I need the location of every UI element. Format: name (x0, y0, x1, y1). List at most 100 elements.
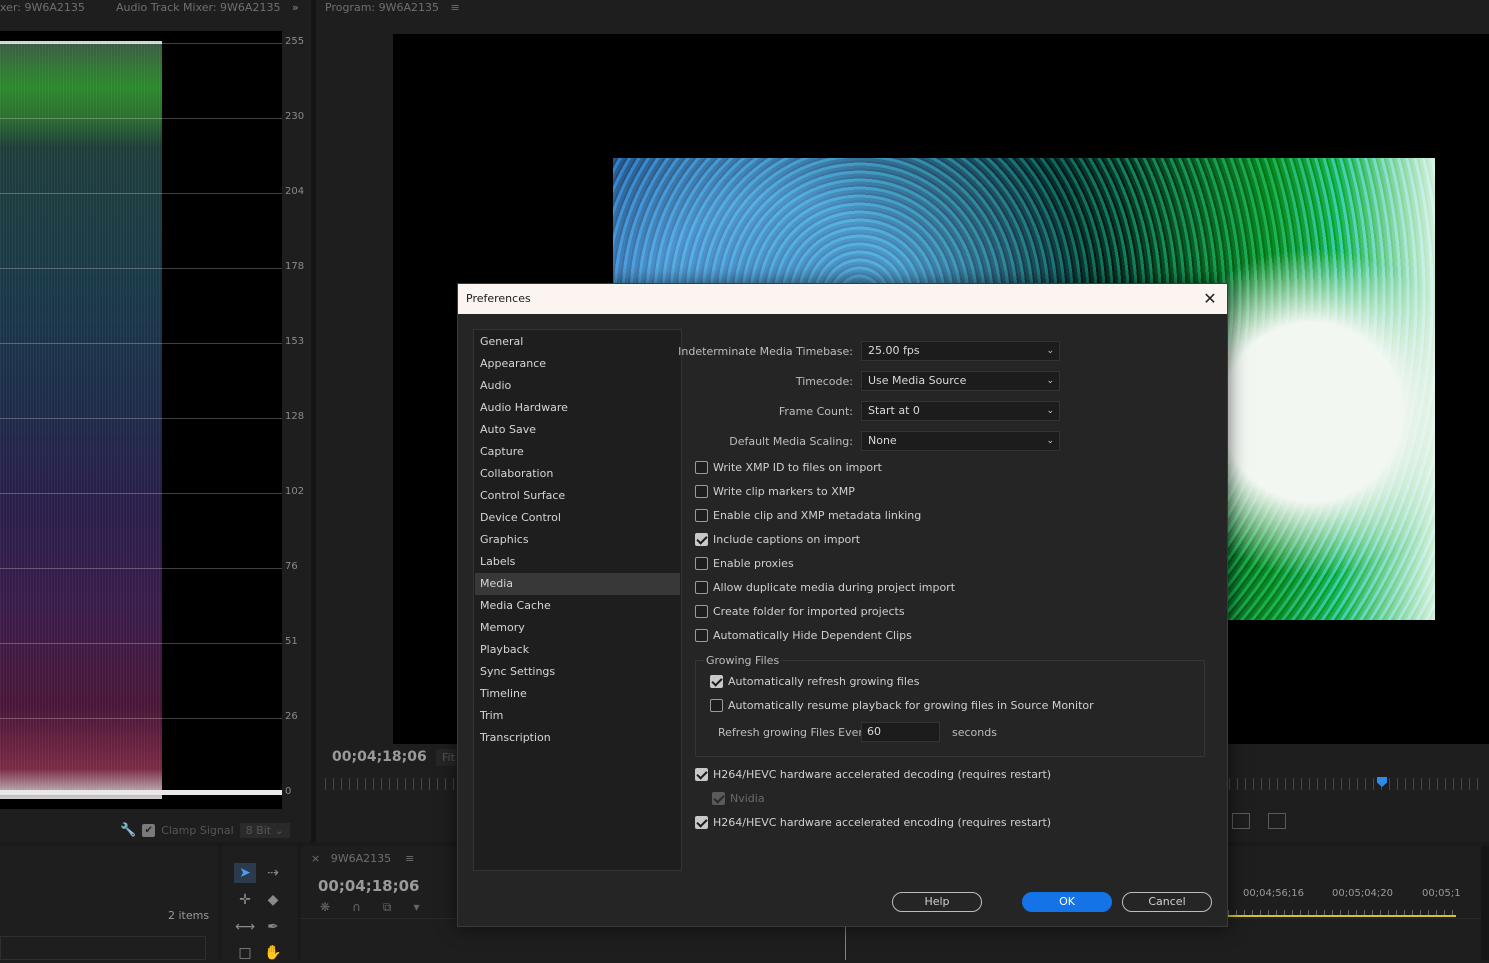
media-scaling-select[interactable]: None ⌄ (861, 431, 1060, 451)
checkbox-box[interactable] (710, 698, 723, 712)
auto-resume-playback-checkbox[interactable]: Automatically resume playback for growin… (710, 697, 1094, 713)
sidebar-item-trim[interactable]: Trim (475, 705, 680, 727)
checkbox-box[interactable] (695, 532, 708, 546)
tab-timeline[interactable]: × 9W6A2135 ≡ (311, 852, 414, 865)
rectangle-tool-icon[interactable]: □ (234, 943, 256, 963)
sidebar-item-media[interactable]: Media (475, 573, 680, 595)
scale-label: 0 (285, 786, 292, 797)
media-option-checkbox[interactable]: Write clip markers to XMP (695, 483, 855, 499)
add-marker-icon[interactable]: ▾ (413, 900, 419, 915)
hand-tool-icon[interactable]: ✋ (262, 943, 284, 963)
frame-count-label: Frame Count: (778, 405, 853, 418)
media-option-checkbox[interactable]: Enable proxies (695, 555, 794, 571)
tab-audio-track-mixer[interactable]: Audio Track Mixer: 9W6A2135 (116, 1, 280, 14)
sidebar-item-capture[interactable]: Capture (475, 441, 680, 463)
linked-selection-icon[interactable]: ⧉ (383, 900, 392, 915)
sidebar-item-memory[interactable]: Memory (475, 617, 680, 639)
pen-tool-icon[interactable]: ✒ (262, 917, 284, 937)
timecode-select[interactable]: Use Media Source ⌄ (861, 371, 1060, 391)
wrench-icon[interactable]: 🔧 (120, 823, 136, 838)
dialog-title: Preferences (466, 292, 531, 305)
dialog-titlebar[interactable]: Preferences ✕ (458, 284, 1227, 314)
scale-gridline (0, 268, 282, 269)
sidebar-item-graphics[interactable]: Graphics (475, 529, 680, 551)
checkbox-box[interactable] (710, 674, 723, 688)
timebase-label: Indeterminate Media Timebase: (678, 345, 853, 358)
scale-label: 51 (285, 636, 298, 647)
checkbox-label: Create folder for imported projects (713, 604, 905, 618)
refresh-unit-label: seconds (952, 726, 997, 739)
checkbox-box[interactable] (695, 628, 708, 642)
media-option-checkbox[interactable]: Allow duplicate media during project imp… (695, 579, 955, 595)
chevron-down-icon: ⌄ (1046, 376, 1054, 386)
media-option-checkbox[interactable]: Enable clip and XMP metadata linking (695, 507, 921, 523)
scale-gridline (0, 343, 282, 344)
track-select-tool-icon[interactable]: ⇢ (262, 863, 284, 883)
frame-count-select[interactable]: Start at 0 ⌄ (861, 401, 1060, 421)
sidebar-item-control-surface[interactable]: Control Surface (475, 485, 680, 507)
checkbox-box[interactable] (695, 604, 708, 618)
growing-files-title: Growing Files (704, 654, 782, 667)
ripple-edit-tool-icon[interactable]: ✛ (234, 890, 256, 910)
auto-refresh-growing-checkbox[interactable]: Automatically refresh growing files (710, 673, 919, 689)
tools-panel: ➤ ⇢ ✛ ◆ ⟷ ✒ □ ✋ (222, 846, 297, 963)
help-button[interactable]: Help (892, 892, 982, 912)
sidebar-item-timeline[interactable]: Timeline (475, 683, 680, 705)
slip-tool-icon[interactable]: ⟷ (234, 917, 256, 937)
timeline-time-label: 00;05;04;20 (1332, 888, 1394, 899)
nest-icon[interactable]: ❋ (320, 900, 330, 915)
project-list[interactable] (0, 936, 206, 960)
timeline-scrollbar[interactable] (1481, 846, 1489, 960)
sidebar-item-auto-save[interactable]: Auto Save (475, 419, 680, 441)
timeline-tools: ❋ ∩ ⧉ ▾ (320, 900, 419, 915)
media-option-checkbox[interactable]: Include captions on import (695, 531, 860, 547)
sidebar-item-general[interactable]: General (475, 331, 680, 353)
timeline-time-label: 00;04;56;16 (1243, 888, 1305, 899)
cancel-button[interactable]: Cancel (1122, 892, 1212, 912)
sidebar-item-labels[interactable]: Labels (475, 551, 680, 573)
checkbox-box[interactable] (695, 556, 708, 570)
selection-tool-icon[interactable]: ➤ (234, 863, 256, 883)
sidebar-item-collaboration[interactable]: Collaboration (475, 463, 680, 485)
snap-icon[interactable]: ∩ (352, 900, 361, 915)
checkbox-label: Write XMP ID to files on import (713, 460, 882, 474)
sidebar-item-media-cache[interactable]: Media Cache (475, 595, 680, 617)
bit-depth-select[interactable]: 8 Bit ⌄ (239, 822, 290, 838)
sidebar-item-device-control[interactable]: Device Control (475, 507, 680, 529)
sidebar-item-audio-hardware[interactable]: Audio Hardware (475, 397, 680, 419)
scale-gridline (0, 718, 282, 719)
tab-program[interactable]: Program: 9W6A2135 ≡ (325, 1, 460, 14)
media-option-checkbox[interactable]: Write XMP ID to files on import (695, 459, 882, 475)
ok-button[interactable]: OK (1022, 892, 1112, 912)
timeline-timecode[interactable]: 00;04;18;06 (318, 877, 420, 895)
checkbox-box[interactable] (695, 580, 708, 594)
checkbox-label: Allow duplicate media during project imp… (713, 580, 956, 594)
checkbox-box[interactable] (695, 815, 708, 829)
hw-decoding-checkbox[interactable]: H264/HEVC hardware accelerated decoding … (695, 766, 1051, 782)
checkbox-box[interactable] (695, 484, 708, 498)
media-option-checkbox[interactable]: Automatically Hide Dependent Clips (695, 627, 912, 643)
tab-scopes[interactable]: xer: 9W6A2135 (0, 1, 85, 14)
double-chevron-right-icon[interactable]: » (292, 1, 299, 14)
checkbox-box[interactable] (695, 767, 708, 781)
timeline-ruler[interactable] (1228, 905, 1456, 917)
hw-encoding-checkbox[interactable]: H264/HEVC hardware accelerated encoding … (695, 814, 1051, 830)
sidebar-item-playback[interactable]: Playback (475, 639, 680, 661)
timebase-select[interactable]: 25.00 fps ⌄ (861, 341, 1060, 361)
sidebar-item-transcription[interactable]: Transcription (475, 727, 680, 749)
media-option-checkbox[interactable]: Create folder for imported projects (695, 603, 905, 619)
media-scaling-label: Default Media Scaling: (729, 435, 853, 448)
sidebar-item-audio[interactable]: Audio (475, 375, 680, 397)
sidebar-item-sync-settings[interactable]: Sync Settings (475, 661, 680, 683)
export-frame-icon[interactable] (1232, 813, 1250, 829)
sidebar-item-appearance[interactable]: Appearance (475, 353, 680, 375)
scale-gridline (0, 193, 282, 194)
compare-view-icon[interactable] (1268, 813, 1286, 829)
refresh-interval-input[interactable]: 60 (861, 722, 940, 742)
program-timecode[interactable]: 00;04;18;06 (332, 749, 427, 765)
checkbox-box[interactable] (695, 460, 708, 474)
checkbox-box[interactable] (695, 508, 708, 522)
clamp-signal-checkbox[interactable]: ✔ (142, 823, 156, 837)
close-icon[interactable]: ✕ (1199, 288, 1221, 310)
razor-tool-icon[interactable]: ◆ (262, 890, 284, 910)
